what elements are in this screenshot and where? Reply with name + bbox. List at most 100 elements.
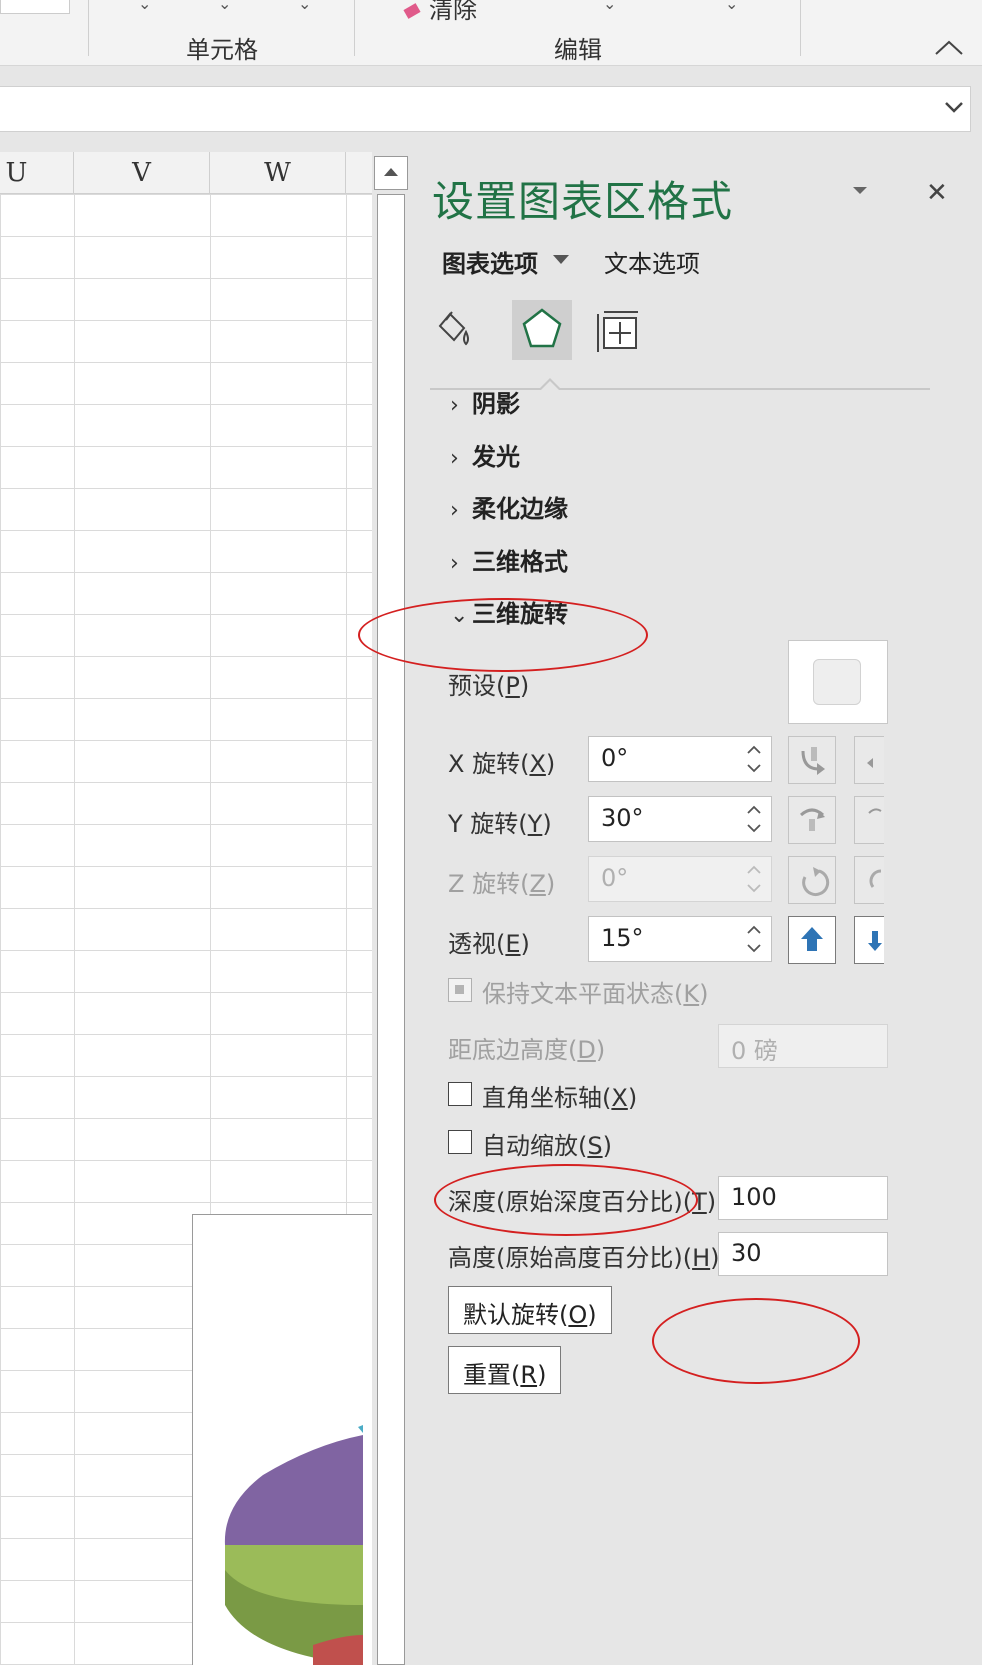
chart-object[interactable] (192, 1214, 372, 1665)
column-headers: U V W (0, 152, 372, 194)
preset-swatch (813, 659, 861, 705)
dropdown-caret-icon[interactable]: ⌄ (298, 0, 311, 13)
chevron-right-icon: › (450, 498, 459, 523)
right-angle-axes-label[interactable]: 直角坐标轴(X) (482, 1078, 637, 1113)
section-label: 阴影 (472, 390, 520, 418)
perspective-label: 透视(E) (448, 930, 530, 958)
pie-chart-3d[interactable] (193, 1215, 372, 1665)
spinner-arrows-icon[interactable] (745, 739, 763, 779)
rotate-right-icon (867, 758, 873, 768)
column-gridline (74, 194, 75, 1665)
reset-button[interactable]: 重置(R) (448, 1346, 562, 1394)
expand-formula-bar-icon[interactable] (944, 99, 964, 115)
rotate-up-icon (799, 808, 825, 831)
column-header-v[interactable]: V (74, 152, 210, 194)
pie-slice-purple (224, 1435, 363, 1545)
depth-label: 深度(原始深度百分比)(T) (448, 1188, 717, 1216)
keep-text-flat-label: 保持文本平面状态(K) (482, 980, 709, 1008)
y-rotation-value[interactable]: 30° (601, 804, 644, 832)
scroll-track[interactable] (377, 194, 405, 1665)
close-icon[interactable]: ✕ (926, 178, 948, 208)
pie-slice-teal (358, 1425, 363, 1433)
section-shadow[interactable]: › 阴影 (450, 384, 520, 419)
section-glow[interactable]: › 发光 (450, 437, 520, 472)
section-label: 三维格式 (472, 548, 568, 576)
narrow-view-arrow-up-icon (801, 927, 823, 951)
fill-line-icon[interactable] (430, 300, 490, 360)
collapse-ribbon-icon[interactable] (934, 38, 964, 58)
rotate-right-button[interactable] (854, 736, 884, 784)
chart-options-caret-icon[interactable] (552, 254, 570, 266)
widen-view-arrow-down-icon (868, 931, 882, 951)
autoscale-label[interactable]: 自动缩放(S) (482, 1126, 612, 1161)
section-3d-format[interactable]: › 三维格式 (450, 542, 568, 577)
rotate-clockwise-icon (869, 869, 882, 888)
depth-input[interactable]: 100 (718, 1176, 888, 1220)
narrow-field-of-view-button[interactable] (788, 916, 836, 964)
keep-text-flat-checkbox (448, 978, 472, 1002)
group-label-editing: 编辑 (554, 36, 602, 64)
tab-chart-options[interactable]: 图表选项 (442, 244, 538, 279)
chevron-right-icon: › (450, 551, 459, 576)
ribbon-separator (354, 0, 355, 56)
autoscale-checkbox[interactable] (448, 1130, 472, 1154)
dropdown-caret-icon[interactable]: ⌄ (138, 0, 151, 13)
tab-text-options[interactable]: 文本选项 (604, 244, 700, 279)
presets-label: 预设(P) (448, 672, 530, 700)
arrow-up-icon (384, 168, 398, 176)
distance-from-ground-label: 距底边高度(D) (448, 1036, 606, 1064)
perspective-spinner[interactable]: 15° (588, 916, 772, 962)
z-rotation-label: Z 旋转(Z) (448, 870, 556, 898)
height-label: 高度(原始高度百分比)(H) (448, 1244, 720, 1272)
spinner-arrows-icon[interactable] (745, 799, 763, 839)
dropdown-caret-icon[interactable]: ⌄ (725, 0, 738, 13)
eraser-icon (403, 3, 421, 19)
pane-options-caret-icon[interactable] (850, 182, 870, 198)
distance-value: 0 磅 (731, 1037, 778, 1065)
spinner-arrows-icon[interactable] (745, 919, 763, 959)
section-label: 发光 (472, 443, 520, 471)
ribbon-control-fragment[interactable] (0, 0, 70, 14)
right-angle-axes-checkbox[interactable] (448, 1082, 472, 1106)
x-rotation-label: X 旋转(X) (448, 750, 556, 778)
chevron-down-icon: ⌄ (450, 603, 469, 628)
pane-title: 设置图表区格式 (432, 177, 734, 226)
rotate-left-button[interactable] (788, 736, 836, 784)
format-chart-area-pane: 设置图表区格式 ✕ 图表选项 文本选项 › 阴影 › 发光 › 柔化边缘 › 三维格式 (408, 152, 982, 1665)
height-value[interactable]: 30 (731, 1239, 762, 1267)
size-properties-icon[interactable] (590, 300, 650, 360)
effects-icon[interactable] (512, 300, 572, 360)
height-input[interactable]: 30 (718, 1232, 888, 1276)
x-rotation-spinner[interactable]: 0° (588, 736, 772, 782)
ribbon-separator (88, 0, 89, 56)
perspective-value[interactable]: 15° (601, 924, 644, 952)
worksheet-grid[interactable]: U V W (0, 152, 372, 1665)
depth-value[interactable]: 100 (731, 1183, 777, 1211)
presets-dropdown[interactable] (788, 640, 888, 724)
dropdown-caret-icon[interactable]: ⌄ (218, 0, 231, 13)
default-rotation-button[interactable]: 默认旋转(O) (448, 1286, 612, 1334)
y-rotation-spinner[interactable]: 30° (588, 796, 772, 842)
group-label-cells: 单元格 (186, 36, 258, 64)
rotate-down-button[interactable] (854, 796, 884, 844)
section-soft-edges[interactable]: › 柔化边缘 (450, 489, 568, 524)
dropdown-caret-icon[interactable]: ⌄ (603, 0, 616, 13)
ribbon-separator (800, 0, 801, 56)
x-rotation-value[interactable]: 0° (601, 744, 628, 772)
z-rotation-spinner: 0° (588, 856, 772, 902)
clear-label: 清除 (429, 0, 477, 24)
widen-field-of-view-button[interactable] (854, 916, 884, 964)
section-label: 柔化边缘 (472, 495, 568, 523)
distance-from-ground-input: 0 磅 (718, 1024, 888, 1068)
vertical-scrollbar[interactable] (374, 152, 408, 1665)
section-3d-rotation[interactable]: ⌄ 三维旋转 (450, 594, 568, 629)
z-rotation-value: 0° (601, 864, 629, 892)
rotate-down-icon (868, 808, 882, 814)
column-header-u[interactable]: U (0, 152, 74, 194)
rotate-up-button[interactable] (788, 796, 836, 844)
scroll-up-button[interactable] (374, 156, 408, 190)
chevron-right-icon: › (450, 446, 459, 471)
formula-bar[interactable] (0, 86, 971, 132)
clear-button[interactable]: 清除 (403, 0, 477, 25)
column-header-w[interactable]: W (210, 152, 346, 194)
